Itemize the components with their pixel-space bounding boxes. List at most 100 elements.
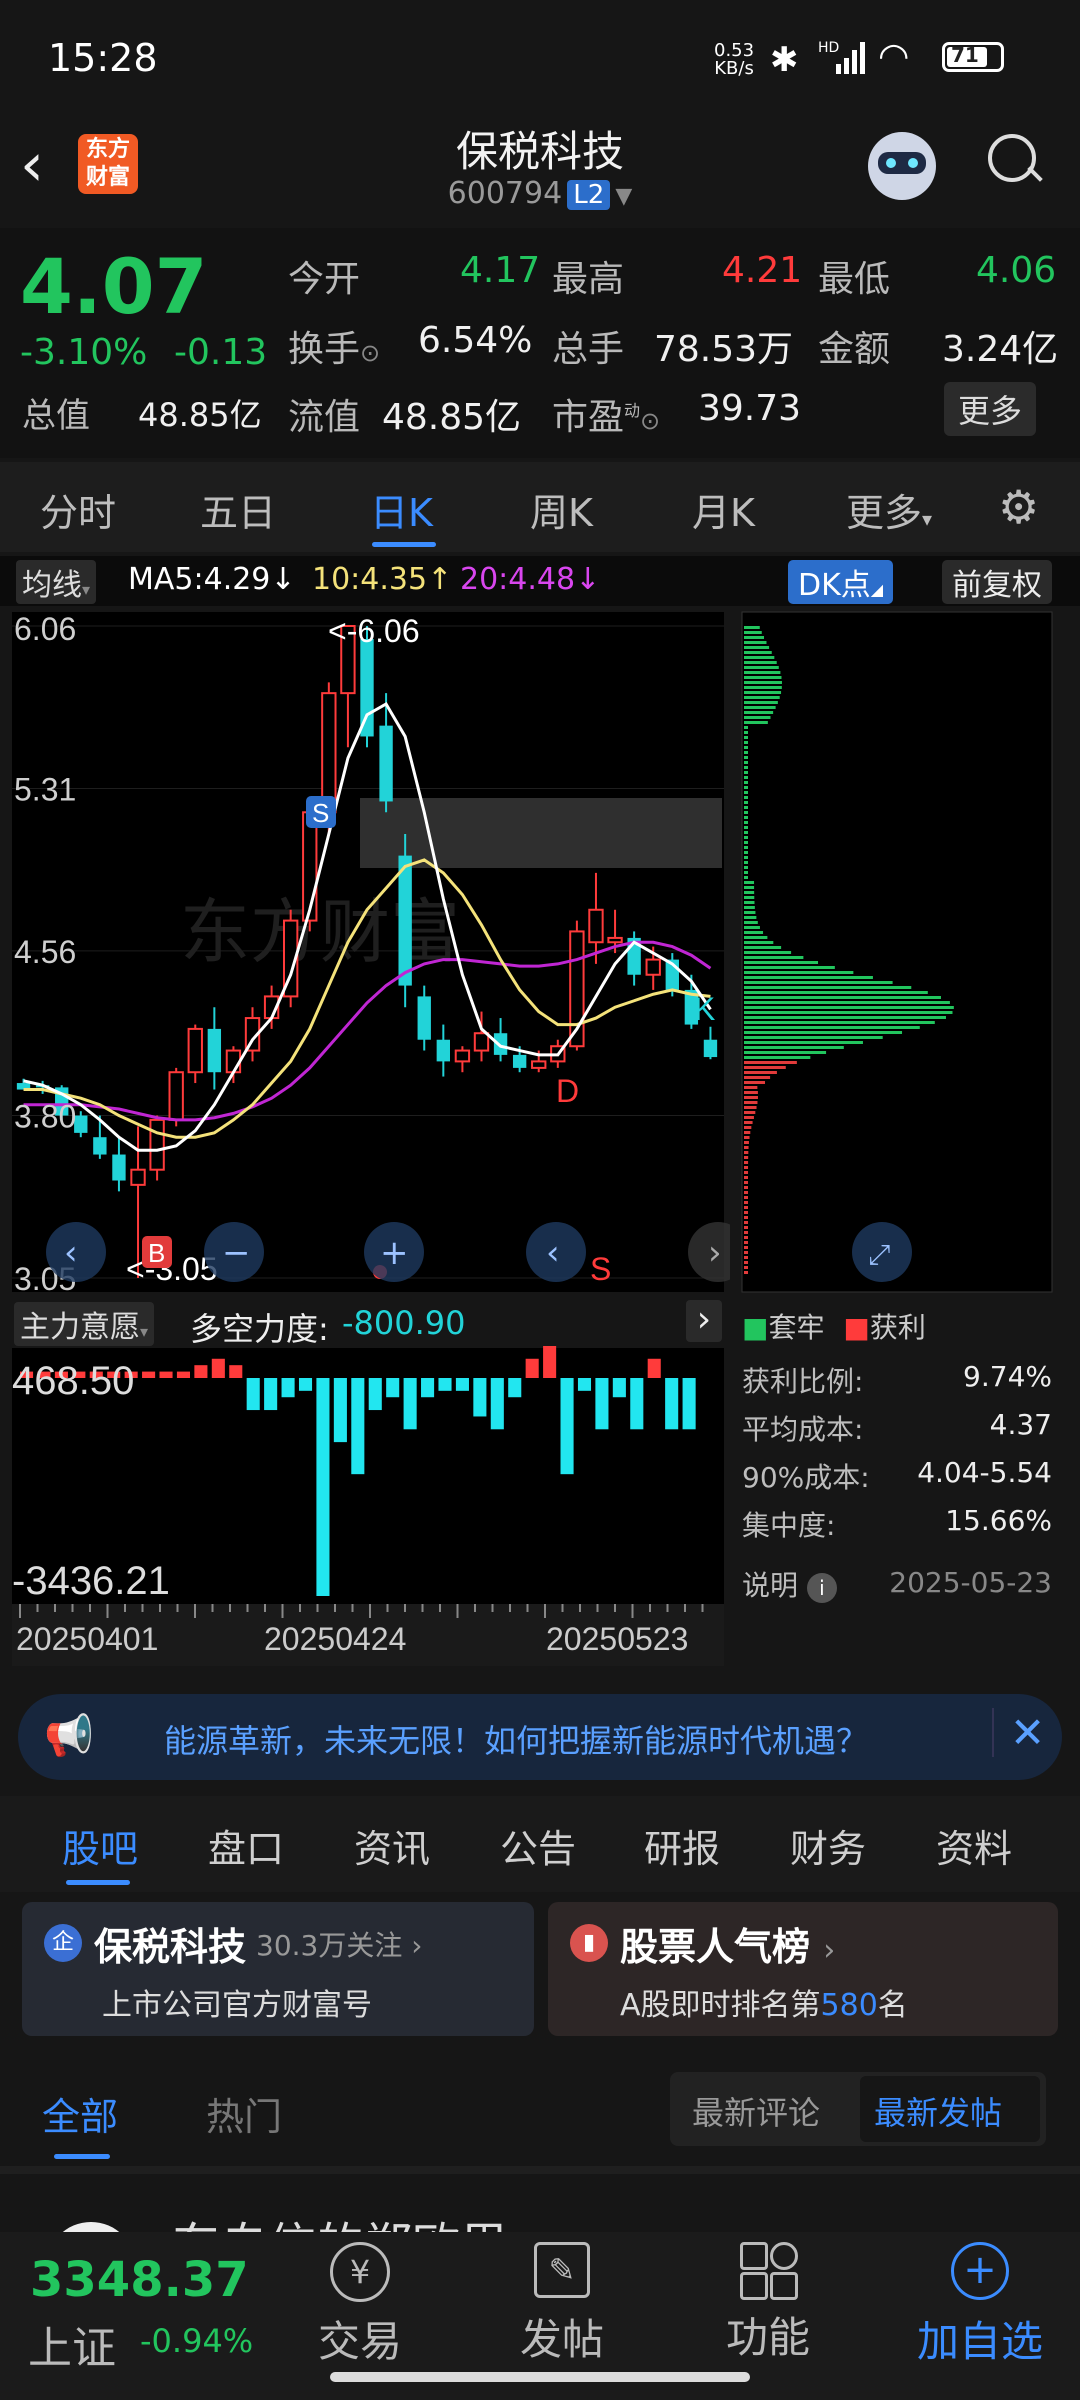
- tab-more-label: 更多: [846, 491, 923, 535]
- chip-bar: [744, 696, 780, 699]
- index-name: 上证: [28, 2323, 116, 2374]
- ma-selector[interactable]: 均线▾: [16, 560, 97, 604]
- tab-more[interactable]: 更多▾: [846, 482, 932, 537]
- nav-trade[interactable]: ¥ 交易: [300, 2242, 420, 2369]
- indicator-label: 主力意愿: [20, 1310, 140, 1345]
- kline-chart[interactable]: 东方财富 6.065.314.563.803.05 <-6.06 <-3.05 …: [0, 606, 730, 1296]
- battery-level: 71: [951, 43, 979, 67]
- candle-body: [207, 1028, 222, 1073]
- chip-bar: [744, 971, 854, 974]
- ma5-text: MA5:4.29: [128, 562, 271, 597]
- tab-intraday[interactable]: 分时: [40, 482, 116, 537]
- open-value: 4.17: [460, 250, 541, 291]
- popularity-card[interactable]: ▮ 股票人气榜 › A股即时排名第580名: [548, 1902, 1058, 2036]
- tab-research[interactable]: 研报: [644, 1818, 720, 1873]
- chip-bar: [744, 1076, 771, 1079]
- index-value[interactable]: 3348.37: [30, 2252, 249, 2308]
- chip-bar: [744, 1131, 751, 1134]
- chip-bar: [744, 686, 782, 689]
- pe-label[interactable]: 市盈动⊙: [552, 388, 660, 440]
- tab-five-day[interactable]: 五日: [200, 482, 276, 537]
- dk-point-button[interactable]: DK点◢: [788, 560, 894, 604]
- chip-bar: [744, 1236, 748, 1239]
- search-icon[interactable]: [988, 134, 1043, 188]
- expand-icon: ⤢: [868, 1238, 890, 1271]
- tab-monthly-k[interactable]: 月K: [692, 482, 755, 537]
- chip-bar: [744, 891, 755, 894]
- tab-daily-k[interactable]: 日K: [370, 482, 433, 537]
- chip-bar: [744, 1031, 903, 1034]
- tab-profile[interactable]: 资料: [936, 1818, 1012, 1873]
- force-bar: [211, 1358, 225, 1378]
- gear-icon[interactable]: ⚙: [998, 484, 1039, 530]
- robot-assistant-icon[interactable]: [868, 132, 936, 200]
- tab-announcement[interactable]: 公告: [500, 1818, 576, 1873]
- chip-bar: [744, 636, 765, 639]
- candle-body: [417, 996, 431, 1040]
- candle-body: [398, 855, 412, 986]
- chip-bar: [744, 821, 748, 824]
- chip-bar: [744, 946, 782, 949]
- chip-bar: [744, 1246, 748, 1249]
- tab-finance[interactable]: 财务: [790, 1818, 866, 1873]
- section-tab-indicator: [66, 1880, 130, 1885]
- tab-news[interactable]: 资讯: [354, 1818, 430, 1873]
- nav-post[interactable]: ✎ 发帖: [502, 2242, 622, 2367]
- nav-functions[interactable]: 功能: [708, 2242, 828, 2365]
- candle-body: [112, 1154, 126, 1181]
- force-bar: [560, 1378, 574, 1475]
- nav-add-watchlist-label: 加自选: [916, 2317, 1043, 2366]
- candle-body: [531, 1060, 547, 1069]
- tab-weekly-k[interactable]: 周K: [530, 482, 593, 537]
- quote-panel: 4.07 -3.10% -0.13 总值 48.85亿 今开 4.17 最高 4…: [0, 228, 1080, 458]
- turnover-label[interactable]: 换手⊙: [288, 320, 380, 372]
- buy-marker-text: B: [148, 1238, 165, 1268]
- latest-post-button[interactable]: 最新发帖: [860, 2076, 1040, 2142]
- info-icon: i: [806, 1573, 837, 1603]
- candle-body: [645, 958, 661, 976]
- chip-bar: [744, 1181, 749, 1184]
- chip-distribution-chart[interactable]: ⤢: [740, 606, 1054, 1296]
- force-bar-chart[interactable]: 468.50 -3436.21 20250401 20250424 202505…: [0, 1346, 730, 1676]
- latest-comment-button[interactable]: 最新评论: [692, 2088, 820, 2134]
- chevron-right-icon[interactable]: ›: [686, 1300, 722, 1342]
- chip-date: 2025-05-23: [889, 1566, 1052, 1599]
- chip-bar: [744, 871, 748, 874]
- tab-forum[interactable]: 股吧: [62, 1818, 138, 1873]
- chip-bar: [744, 841, 748, 844]
- close-icon[interactable]: ✕: [992, 1708, 1045, 1757]
- level2-badge: L2: [567, 180, 611, 210]
- chip-bar: [744, 1201, 749, 1204]
- chip-bar: [744, 701, 778, 704]
- chip-bar: [744, 676, 782, 679]
- chip-bar: [744, 1261, 748, 1264]
- tab-orderbook[interactable]: 盘口: [208, 1818, 284, 1873]
- note-label[interactable]: 说明 i: [742, 1564, 837, 1604]
- follower-count: 30.3万关注 ›: [256, 1929, 423, 1962]
- info-icon: ⊙: [640, 407, 661, 435]
- volume-value: 78.53万: [654, 329, 794, 370]
- ma-selector-label: 均线: [22, 568, 82, 603]
- chip-bar: [744, 761, 748, 764]
- force-bar: [525, 1358, 539, 1378]
- megaphone-icon: 📢: [44, 1713, 94, 1759]
- feed-tab-hot[interactable]: 热门: [206, 2086, 282, 2141]
- chip-bar: [744, 966, 835, 969]
- chip-bar: [744, 866, 748, 869]
- chip-bar: [744, 936, 768, 939]
- company-card[interactable]: 企 保税科技 30.3万关注 › 上市公司官方财富号: [22, 1902, 534, 2036]
- date-label-2: 20250424: [264, 1621, 406, 1657]
- more-button[interactable]: 更多: [944, 382, 1037, 436]
- announcement-banner[interactable]: 📢 能源革新，未来无限！如何把握新能源时代机遇？ ✕: [18, 1694, 1062, 1780]
- nav-add-watchlist[interactable]: + 加自选: [900, 2242, 1060, 2369]
- indicator-selector[interactable]: 主力意愿▾: [14, 1302, 155, 1346]
- chip-bar: [744, 1191, 749, 1194]
- signal-icon: HD: [818, 40, 870, 78]
- chip-bar: [744, 786, 748, 789]
- date-label-3: 20250523: [546, 1621, 688, 1657]
- turnover-label-text: 换手: [288, 329, 361, 370]
- chip-bar: [744, 921, 758, 924]
- adjust-button[interactable]: 前复权: [942, 560, 1052, 604]
- concentration-value: 15.66%: [945, 1504, 1052, 1537]
- feed-tab-all[interactable]: 全部: [42, 2086, 118, 2141]
